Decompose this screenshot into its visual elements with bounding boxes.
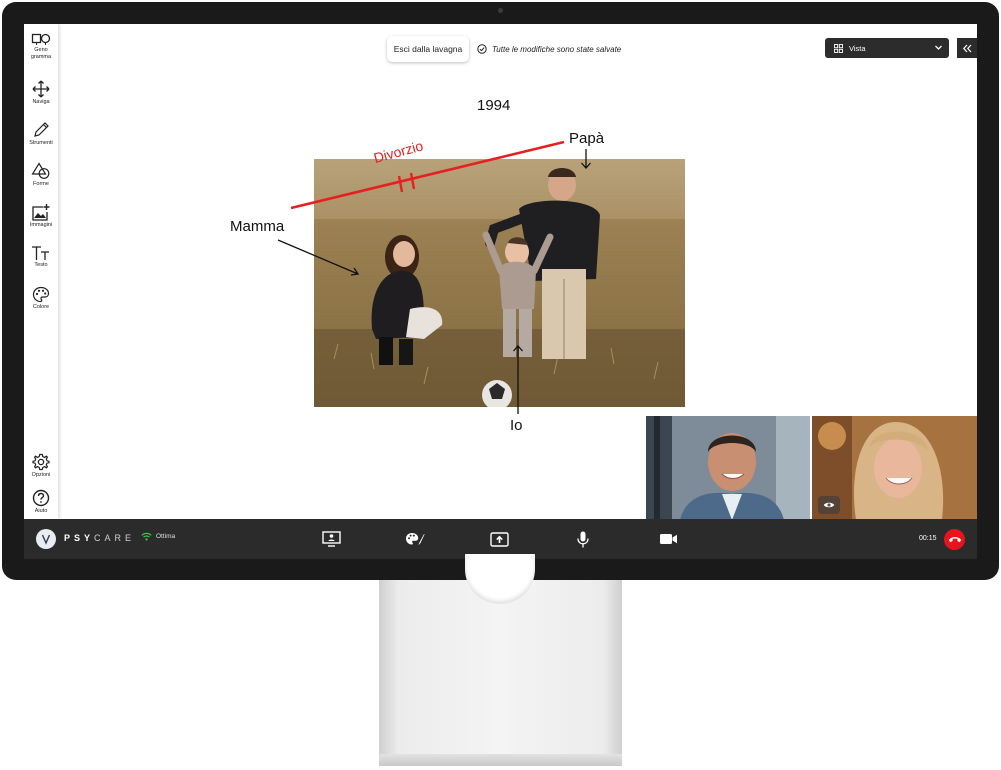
hide-self-view-button[interactable]	[818, 496, 840, 514]
app-screen: Geno gramma Naviga Strumenti Forme Immag…	[24, 24, 977, 559]
share-screen-icon	[321, 531, 341, 547]
connection-quality-text: Ottima	[156, 533, 176, 540]
eye-icon	[823, 502, 835, 508]
divorce-line[interactable]	[290, 140, 565, 210]
webcam-dot	[498, 8, 503, 13]
microphone-button[interactable]	[572, 529, 594, 549]
share-screen-button[interactable]	[320, 529, 342, 549]
upload-icon	[489, 531, 509, 547]
label-me[interactable]: Io	[510, 417, 523, 434]
hangup-icon	[948, 537, 961, 543]
monitor-frame: Geno gramma Naviga Strumenti Forme Immag…	[2, 2, 999, 580]
microphone-icon	[577, 531, 589, 547]
hangup-button[interactable]	[944, 529, 965, 550]
label-dad[interactable]: Papà	[569, 130, 604, 147]
mom-arrow[interactable]	[277, 239, 360, 276]
upload-button[interactable]	[488, 529, 510, 549]
call-timer: 00:15	[919, 535, 937, 542]
camera-icon	[659, 534, 677, 544]
whiteboard-button[interactable]	[404, 529, 426, 549]
video-tile-remote[interactable]	[646, 416, 810, 520]
camera-button[interactable]	[657, 529, 679, 549]
stand-foot	[379, 754, 622, 766]
dad-arrow[interactable]	[581, 149, 591, 169]
label-mom[interactable]: Mamma	[230, 218, 284, 235]
divorce-mark-right	[409, 172, 416, 190]
wifi-icon	[141, 532, 152, 541]
video-tile-self[interactable]	[812, 416, 977, 520]
brand-name: PSYCARE	[64, 533, 136, 543]
monitor-stand	[379, 554, 622, 766]
divorce-mark-left	[397, 175, 404, 193]
call-controls-bar: PSYCARE Ottima 00:15	[24, 519, 977, 559]
me-arrow[interactable]	[513, 345, 523, 414]
psycare-logo	[36, 529, 56, 549]
whiteboard-palette-icon	[406, 533, 425, 545]
stand-cutout	[465, 554, 535, 604]
connection-quality: Ottima	[141, 532, 175, 541]
